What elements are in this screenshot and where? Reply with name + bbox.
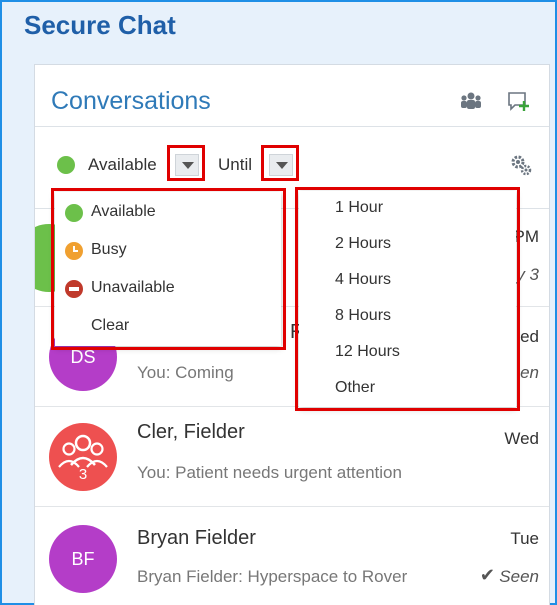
group-count-badge: 3 [78, 466, 88, 483]
panel-title: Conversations [51, 87, 211, 115]
conversation-time: Wed [504, 429, 539, 448]
seen-status: Seen [499, 567, 539, 586]
gear-icon[interactable] [509, 153, 533, 182]
conversation-time: ed [520, 327, 539, 346]
conversation-name: Bryan Fielder [137, 527, 256, 549]
seen-status: en [520, 363, 539, 382]
conversation-row[interactable]: BF Bryan Fielder Bryan Fielder: Hyperspa… [35, 507, 549, 605]
conversation-name: Cler, Fielder [137, 421, 245, 443]
checkmark-icon: ✔ [479, 565, 495, 585]
conversation-row[interactable]: 3 Cler, Fielder You: Patient needs urgen… [35, 407, 549, 507]
conversation-time: Tue [510, 529, 539, 548]
conversation-message: You: Coming [137, 363, 234, 382]
highlight-status-menu [51, 188, 286, 350]
highlight-until-menu [295, 187, 520, 411]
conversation-message: You: Patient needs urgent attention [137, 463, 402, 482]
group-avatar: 3 [49, 423, 117, 491]
until-label: Until [218, 155, 253, 174]
status-current[interactable]: Available [88, 155, 157, 175]
conversation-message: Bryan Fielder: Hyperspace to Rover [137, 567, 408, 586]
highlight-until-caret [261, 145, 299, 181]
app-title: Secure Chat [24, 10, 176, 40]
group-icon[interactable] [459, 91, 483, 116]
new-chat-icon[interactable] [507, 91, 531, 118]
highlight-status-caret [167, 145, 205, 181]
panel-header: Conversations [35, 65, 549, 127]
available-dot-icon [57, 156, 75, 174]
app-window: Secure Chat Conversations Available Unti… [0, 0, 557, 605]
avatar: BF [49, 525, 117, 593]
